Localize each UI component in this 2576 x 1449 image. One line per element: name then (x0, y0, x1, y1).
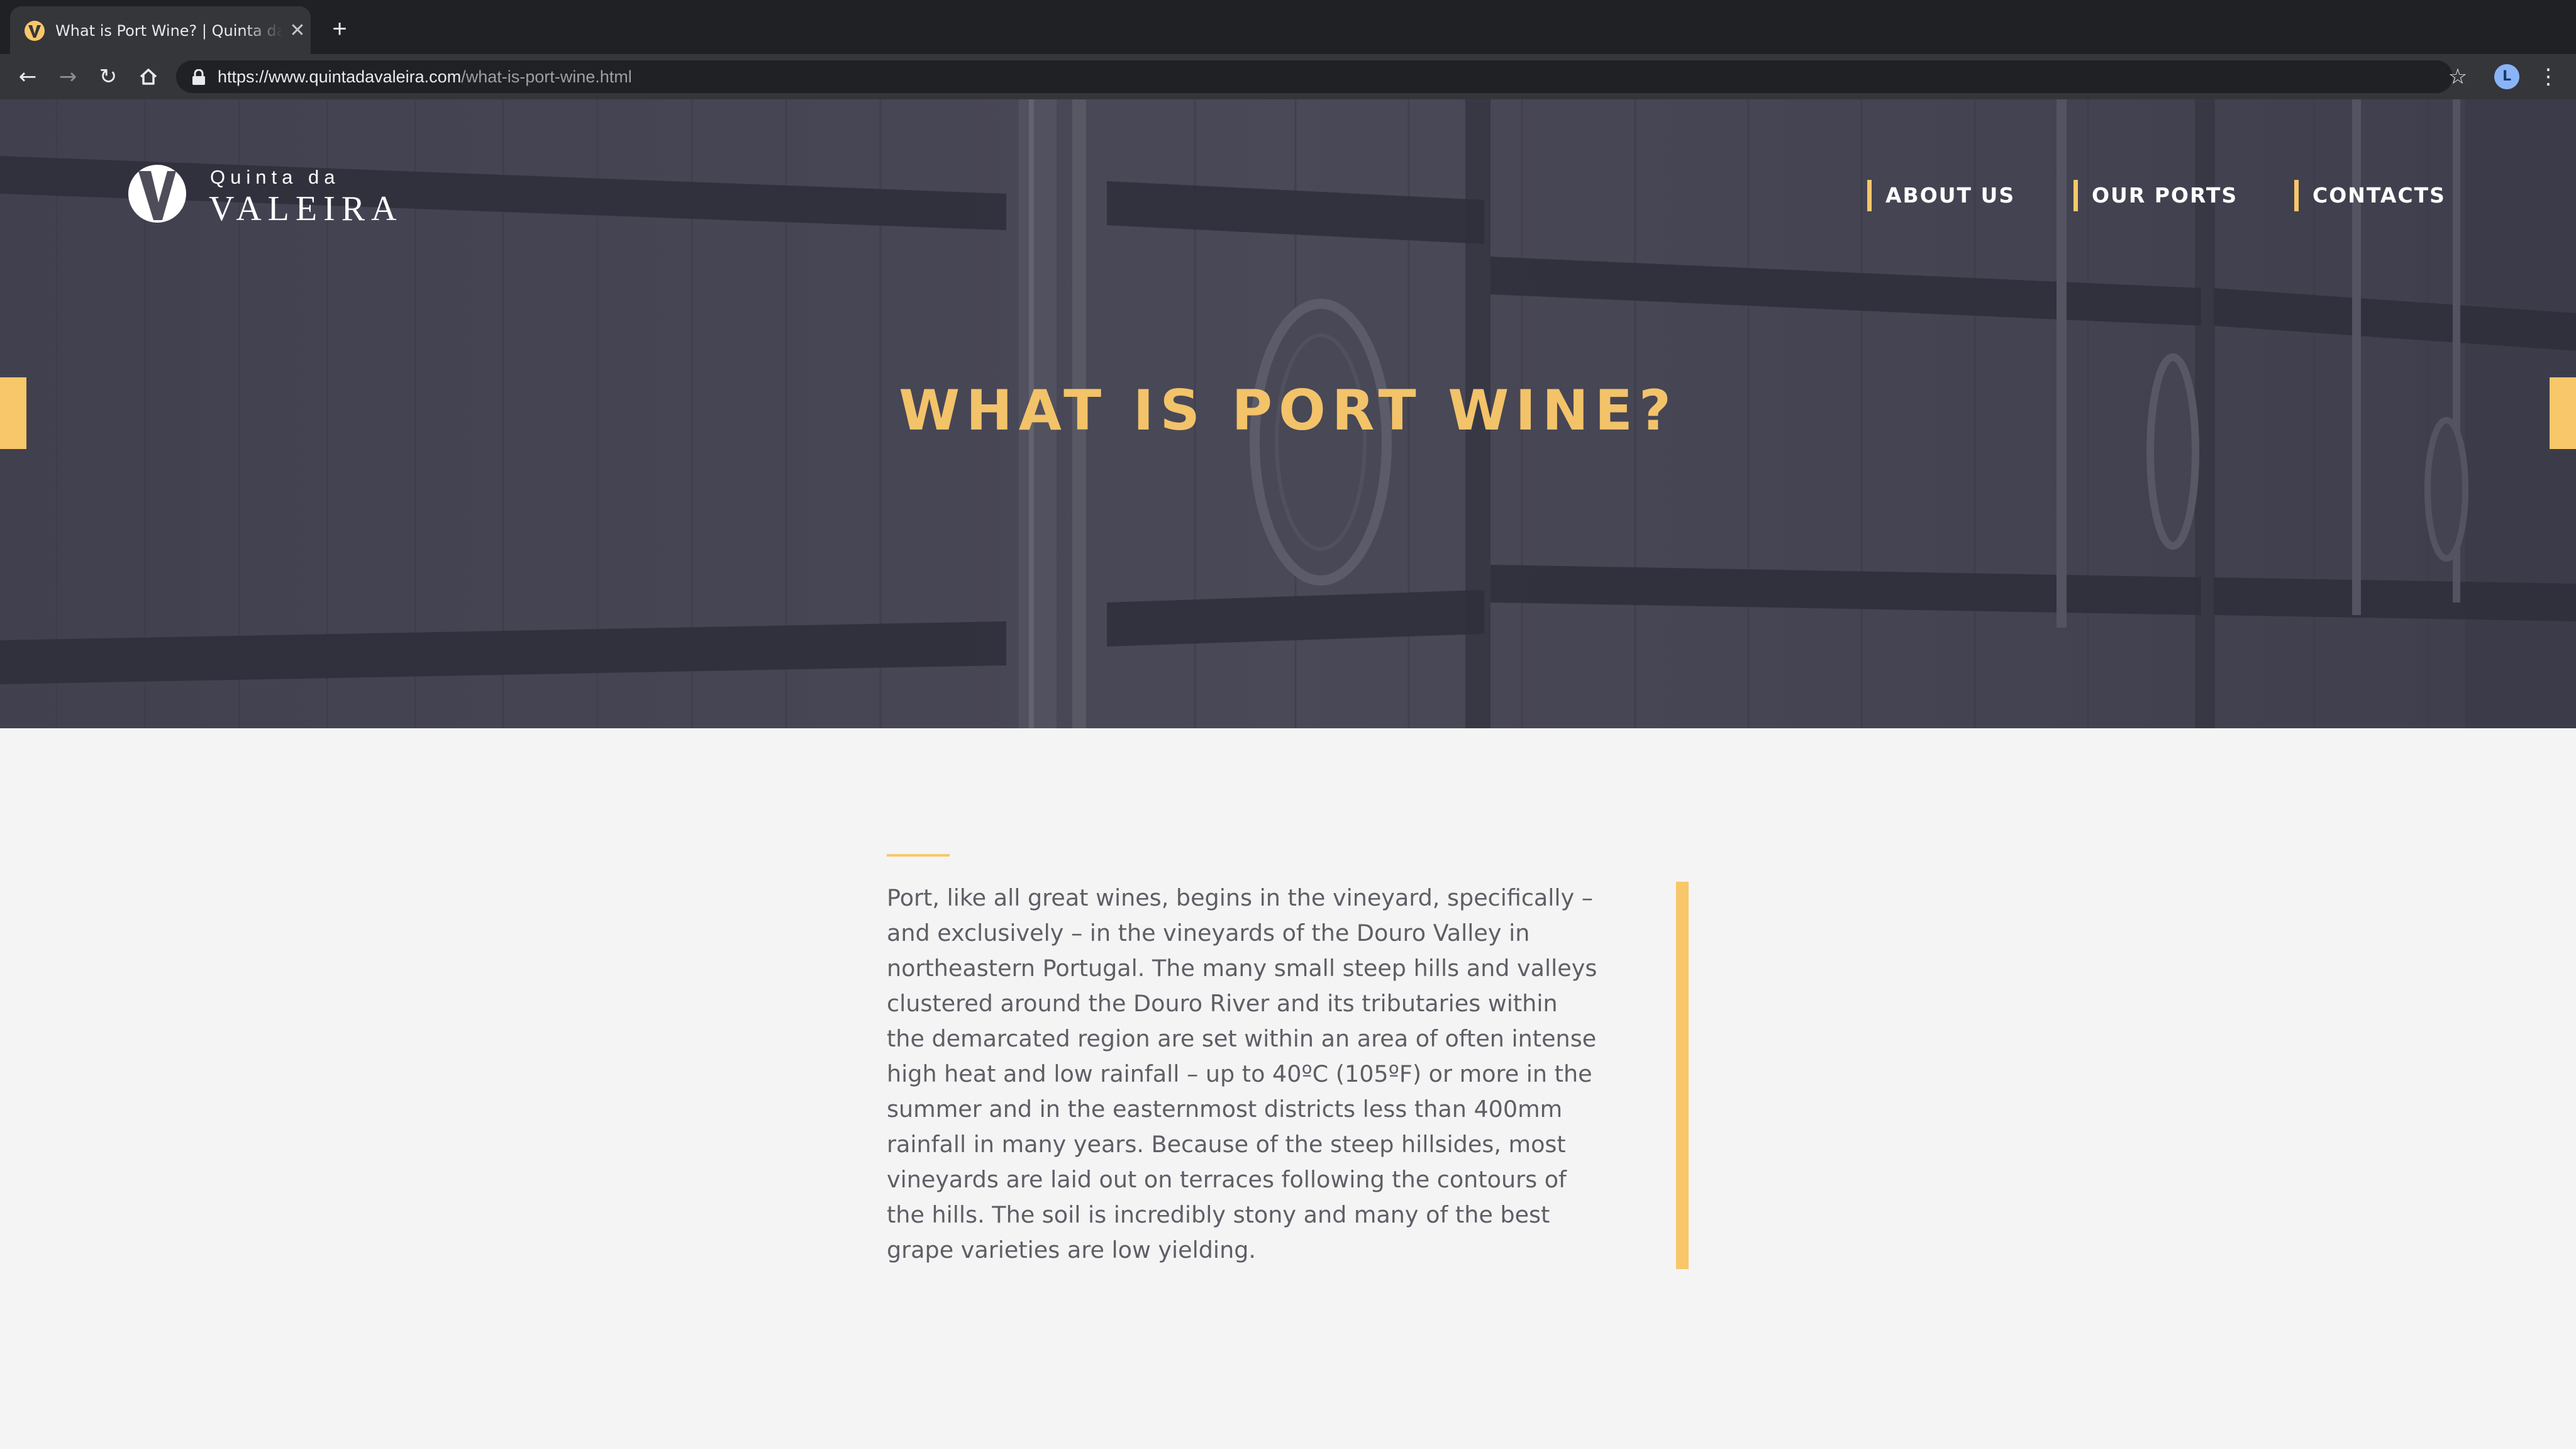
hero-section: Quinta da VALEIRA ABOUT US OUR PORTS CON… (0, 99, 2576, 728)
lock-icon (192, 69, 205, 85)
address-bar[interactable]: https://www.quintadavaleira.com/what-is-… (176, 60, 2453, 93)
new-tab-button[interactable]: + (327, 16, 352, 42)
slider-next-tab[interactable] (2550, 377, 2576, 449)
accent-side-bar (1676, 882, 1689, 1269)
accent-divider (887, 854, 950, 857)
browser-tabstrip: What is Port Wine? | Quinta da Valeira ✕… (0, 0, 2576, 54)
main-navigation: ABOUT US OUR PORTS CONTACTS (0, 180, 2576, 211)
nav-our-ports[interactable]: OUR PORTS (2074, 180, 2238, 211)
forward-arrow-icon[interactable]: → (54, 63, 82, 91)
content-section: Port, like all great wines, begins in th… (0, 728, 2576, 1449)
site-favicon-icon (25, 21, 45, 41)
browser-tab[interactable]: What is Port Wine? | Quinta da Valeira ✕ (10, 6, 311, 54)
back-arrow-icon[interactable]: ← (14, 63, 42, 91)
tab-close-icon[interactable]: ✕ (286, 19, 309, 43)
nav-about-us[interactable]: ABOUT US (1867, 180, 2015, 211)
profile-avatar[interactable]: L (2494, 64, 2519, 89)
slider-prev-tab[interactable] (0, 377, 26, 449)
nav-contacts[interactable]: CONTACTS (2294, 180, 2446, 211)
page-title: WHAT IS PORT WINE? (899, 378, 1677, 443)
browser-toolbar: ← → ↻ https://www.quintadavaleira.com/wh… (0, 54, 2576, 99)
url-text: https://www.quintadavaleira.com/what-is-… (218, 60, 632, 93)
star-icon[interactable]: ☆ (2444, 63, 2472, 91)
url-host: https://www.quintadavaleira.com (218, 67, 462, 86)
reload-icon[interactable]: ↻ (94, 63, 122, 91)
menu-icon[interactable]: ⋮ (2534, 63, 2562, 91)
url-path: /what-is-port-wine.html (461, 67, 632, 86)
intro-paragraph: Port, like all great wines, begins in th… (887, 884, 1597, 1263)
home-icon[interactable] (135, 63, 162, 91)
tab-title-fade (243, 16, 283, 45)
